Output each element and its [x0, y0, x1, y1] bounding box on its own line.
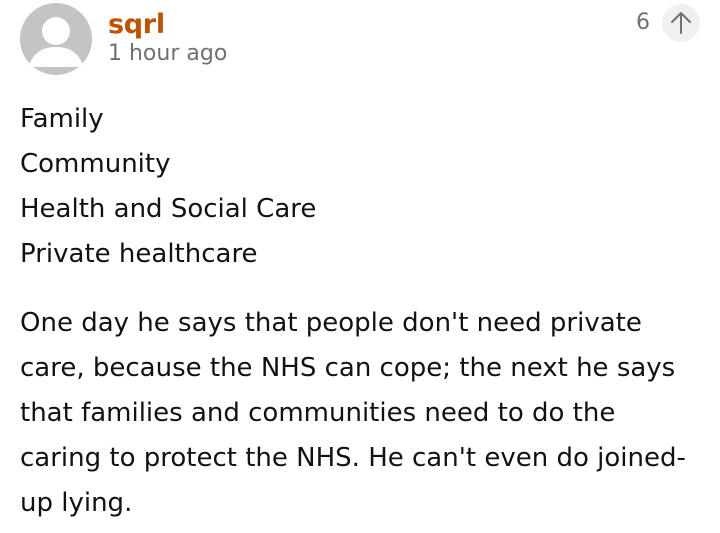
comment: sqrl 1 hour ago 6 Family Community Healt…	[0, 0, 720, 533]
comment-list-lines: Family Community Health and Social Care …	[20, 97, 700, 277]
vote-count: 6	[636, 10, 650, 35]
comment-line: Family	[20, 104, 104, 134]
vote-controls: 6	[636, 3, 700, 43]
comment-line: Private healthcare	[20, 239, 258, 269]
arrow-up-icon	[671, 12, 691, 34]
comment-timestamp: 1 hour ago	[108, 41, 228, 66]
avatar[interactable]	[20, 3, 92, 75]
comment-line: Health and Social Care	[20, 194, 317, 224]
comment-line: Community	[20, 149, 171, 179]
author-name[interactable]: sqrl	[108, 8, 165, 42]
upvote-button[interactable]	[662, 4, 700, 42]
default-user-avatar-icon	[20, 3, 92, 75]
comment-paragraph: One day he says that people don't need p…	[20, 308, 686, 518]
